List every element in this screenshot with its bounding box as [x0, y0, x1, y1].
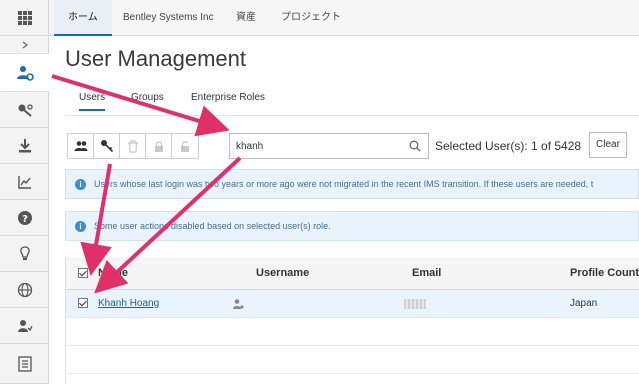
lock-icon: [154, 140, 163, 152]
email-redacted: [404, 299, 426, 309]
tab-enterprise-roles[interactable]: Enterprise Roles: [191, 92, 265, 103]
tab-projects[interactable]: プロジェクト: [267, 0, 355, 36]
users-table: Name Username Email Profile Countr Khanh…: [65, 258, 639, 384]
user-action-toolbar: [67, 133, 199, 159]
info-icon: i: [75, 179, 86, 190]
tab-home[interactable]: ホーム: [54, 0, 112, 36]
expand-chevron-icon[interactable]: [0, 36, 49, 54]
download-icon[interactable]: [0, 128, 49, 164]
unlock-icon: [181, 140, 189, 152]
tab-bentley-systems[interactable]: Bentley Systems Inc: [109, 0, 228, 36]
help-icon[interactable]: ?: [0, 200, 49, 236]
key-settings-icon[interactable]: [0, 92, 49, 128]
user-name-link[interactable]: Khanh Hoang: [98, 298, 159, 309]
globe-icon[interactable]: [0, 272, 49, 308]
info-icon: i: [75, 221, 86, 232]
info-banner-actions: i Some user actions disabled based on se…: [65, 211, 639, 241]
search-input[interactable]: [229, 133, 429, 159]
apps-grid-icon[interactable]: [0, 0, 49, 36]
manage-roles-button[interactable]: [94, 134, 120, 158]
select-all-checkbox[interactable]: [78, 268, 88, 278]
table-row: [66, 346, 639, 374]
clear-button[interactable]: Clear: [589, 132, 627, 158]
page-title: User Management: [65, 46, 246, 71]
user-settings-icon[interactable]: [0, 54, 49, 92]
user-check-icon[interactable]: [0, 308, 49, 344]
table-row: [66, 318, 639, 346]
info-message: Users whose last login was two years or …: [94, 179, 594, 189]
key-icon: [100, 140, 113, 153]
report-icon[interactable]: [0, 344, 49, 384]
tab-groups[interactable]: Groups: [131, 92, 164, 103]
lock-button[interactable]: [146, 134, 172, 158]
users-icon: [74, 141, 87, 151]
info-message: Some user actions disabled based on sele…: [94, 221, 331, 231]
search-icon[interactable]: [409, 139, 421, 157]
column-header-name[interactable]: Name: [98, 267, 128, 279]
user-country: Japan: [570, 298, 598, 309]
top-navigation: ホーム Bentley Systems Inc 資産 プロジェクト: [49, 0, 639, 36]
tab-users[interactable]: Users: [79, 92, 106, 111]
unlock-button[interactable]: [172, 134, 198, 158]
delete-button[interactable]: [120, 134, 146, 158]
column-header-profile-country[interactable]: Profile Countr: [570, 267, 639, 279]
user-profile-icon[interactable]: [232, 297, 244, 315]
chart-icon[interactable]: [0, 164, 49, 200]
tab-assets[interactable]: 資産: [222, 0, 270, 36]
row-checkbox[interactable]: [78, 298, 88, 308]
column-header-email[interactable]: Email: [412, 267, 441, 279]
assign-users-button[interactable]: [68, 134, 94, 158]
info-banner-migration: i Users whose last login was two years o…: [65, 169, 639, 199]
selected-count: Selected User(s): 1 of 5428: [435, 139, 582, 153]
subtab-divider: [65, 115, 639, 116]
lightbulb-icon[interactable]: [0, 236, 49, 272]
table-header: Name Username Email Profile Countr: [66, 258, 639, 290]
svg-text:?: ?: [22, 214, 28, 225]
left-sidebar: ?: [0, 0, 49, 384]
table-row[interactable]: Khanh Hoang Japan: [66, 290, 639, 318]
column-header-username[interactable]: Username: [256, 267, 309, 279]
trash-icon: [127, 139, 138, 153]
